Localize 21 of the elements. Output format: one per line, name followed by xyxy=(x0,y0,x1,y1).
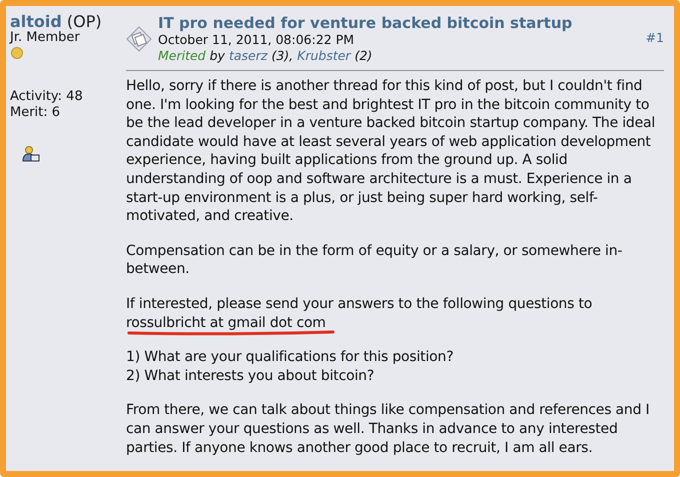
merit-user-link[interactable]: taserz xyxy=(228,48,268,64)
merit-amount: (2) xyxy=(354,48,372,64)
post-paragraph: Compensation can be in the form of equity or a salary, or somewhere in-between. xyxy=(126,242,624,279)
post-number[interactable]: #1 xyxy=(646,30,664,45)
merit-count: Merit: 6 xyxy=(10,105,62,121)
merited-label: Merited xyxy=(158,48,206,64)
post-paragraph: From there, we can talk about things like compensation and references and I can answer your questions as well. Thanks in advance to any interested parties. If anyone knows another good place to recruit, I am all ears. xyxy=(126,401,650,458)
activity-count: Activity: 48 xyxy=(10,89,84,105)
author-tag: (OP) xyxy=(66,14,102,30)
post-paragraph: Hello, sorry if there is another thread for this kind of post, but I couldn't find one. I'm looking for the best and brightest IT pro in the bitcoin community to be the lead developer in a venture backed bitcoin startup company. The ideal candidate would have at least several years of web application development experience, having built applications from the ground up. A solid understanding of oop and software architecture is a must. Experience in a start-up environment is a plus, or just being super hard working, self-motivated, and creative. xyxy=(126,77,656,226)
post-title[interactable]: IT pro needed for venture backed bitcoin startup xyxy=(158,14,572,32)
member-rank: Jr. Member xyxy=(10,30,81,46)
question-item: 2) What interests you about bitcoin? xyxy=(126,366,376,386)
post-date: October 11, 2011, 08:06:22 PM xyxy=(158,32,356,48)
author-name[interactable]: altoid xyxy=(10,14,62,30)
email-address: rossulbricht at gmail dot com xyxy=(126,314,326,332)
question-item: 1) What are your qualifications for this position? xyxy=(126,348,454,367)
merited-by: by xyxy=(210,48,225,64)
post-paragraph: If interested, please send your answers to the following questions to xyxy=(126,294,592,314)
merit-amount: (3), xyxy=(271,48,294,64)
merit-user-link[interactable]: Krubster xyxy=(297,48,351,64)
